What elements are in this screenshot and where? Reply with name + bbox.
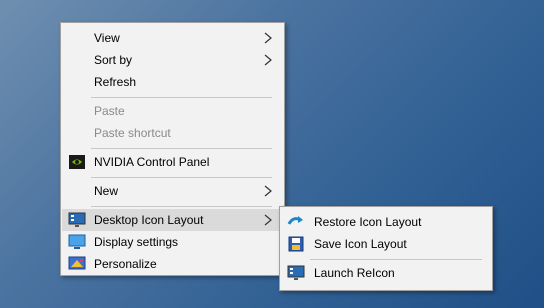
menu-item-label: View	[94, 31, 120, 45]
submenu-item-label: Restore Icon Layout	[314, 215, 422, 229]
menu-item-label: NVIDIA Control Panel	[94, 155, 210, 169]
menu-item-label: New	[94, 184, 119, 198]
submenu-item-save-icon-layout[interactable]: Save Icon Layout	[281, 233, 491, 255]
chevron-right-icon	[264, 214, 272, 226]
chevron-right-icon	[264, 185, 272, 197]
menu-item-label: Paste	[94, 104, 125, 118]
submenu-item-label: Launch ReIcon	[314, 266, 395, 280]
menu-separator	[91, 206, 272, 207]
menu-item-desktop-icon-layout[interactable]: Desktop Icon Layout	[62, 209, 283, 231]
menu-item-label: Refresh	[94, 75, 137, 89]
desktop-monitor-icon	[68, 212, 86, 227]
menu-item-paste: Paste	[62, 100, 283, 122]
menu-separator	[91, 177, 272, 178]
menu-item-new[interactable]: New	[62, 180, 283, 202]
desktop-monitor-icon	[287, 265, 305, 280]
menu-item-label: Display settings	[94, 235, 179, 249]
menu-item-label: Personalize	[94, 257, 157, 271]
personalize-icon	[68, 256, 86, 270]
restore-arrow-icon	[287, 216, 303, 225]
desktop-icon-layout-submenu: Restore Icon Layout Save Icon Layout Lau…	[279, 206, 493, 291]
menu-item-paste-shortcut: Paste shortcut	[62, 122, 283, 144]
save-floppy-icon	[288, 236, 304, 252]
menu-item-view[interactable]: View	[62, 27, 283, 49]
submenu-item-launch-reicon[interactable]: Launch ReIcon	[281, 262, 491, 284]
menu-separator	[91, 148, 272, 149]
menu-item-label: Paste shortcut	[94, 126, 171, 140]
nvidia-icon	[69, 155, 85, 169]
menu-item-display-settings[interactable]: Display settings	[62, 231, 283, 253]
menu-separator	[310, 259, 482, 260]
submenu-item-label: Save Icon Layout	[314, 237, 407, 251]
menu-item-personalize[interactable]: Personalize	[62, 253, 283, 275]
menu-item-nvidia-control-panel[interactable]: NVIDIA Control Panel	[62, 151, 283, 173]
menu-item-refresh[interactable]: Refresh	[62, 71, 283, 93]
desktop-context-menu: View Sort by Refresh Paste Paste shortcu…	[60, 22, 285, 276]
chevron-right-icon	[264, 54, 272, 66]
chevron-right-icon	[264, 32, 272, 44]
menu-item-label: Sort by	[94, 53, 133, 67]
menu-item-label: Desktop Icon Layout	[94, 213, 204, 227]
display-settings-icon	[68, 234, 86, 249]
menu-separator	[91, 97, 272, 98]
submenu-item-restore-icon-layout[interactable]: Restore Icon Layout	[281, 211, 491, 233]
menu-item-sort-by[interactable]: Sort by	[62, 49, 283, 71]
